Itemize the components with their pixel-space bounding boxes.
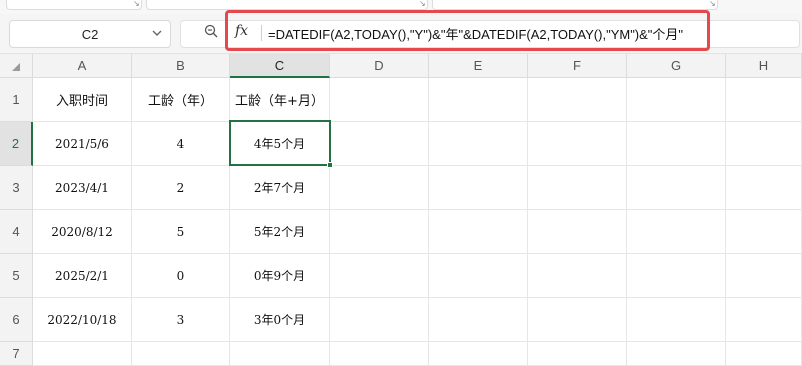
empty-cell[interactable] xyxy=(330,342,429,366)
cell-b1[interactable]: 工龄（年） xyxy=(132,78,230,122)
expand-corner-icon: ↘ xyxy=(419,0,426,8)
cell-a6[interactable]: 2022/10/18 xyxy=(33,298,132,342)
empty-cell[interactable] xyxy=(528,298,627,342)
cell-c2[interactable]: 4年5个月 xyxy=(230,122,330,166)
cell-b6[interactable]: 3 xyxy=(132,298,230,342)
empty-cell[interactable] xyxy=(528,210,627,254)
empty-cell[interactable] xyxy=(726,78,802,122)
column-header-g[interactable]: G xyxy=(627,54,726,78)
empty-cell[interactable] xyxy=(726,210,802,254)
name-box[interactable]: C2 xyxy=(9,20,171,48)
row-header-5[interactable]: 5 xyxy=(0,254,33,298)
cell-a1[interactable]: 入职时间 xyxy=(33,78,132,122)
row-header-3[interactable]: 3 xyxy=(0,166,33,210)
empty-cell[interactable] xyxy=(528,166,627,210)
empty-cell[interactable] xyxy=(429,298,528,342)
name-box-value: C2 xyxy=(81,26,99,42)
zoom-icon[interactable] xyxy=(204,24,218,38)
toolbar-segment xyxy=(6,0,142,10)
empty-cell[interactable] xyxy=(429,78,528,122)
row-header-2[interactable]: 2 xyxy=(0,122,33,166)
column-header-h[interactable]: H xyxy=(726,54,802,78)
empty-cell[interactable] xyxy=(330,254,429,298)
empty-cell[interactable] xyxy=(230,342,330,366)
column-header-c[interactable]: C xyxy=(230,54,330,78)
empty-cell[interactable] xyxy=(429,254,528,298)
empty-cell[interactable] xyxy=(528,78,627,122)
divider xyxy=(261,25,262,41)
empty-cell[interactable] xyxy=(528,122,627,166)
formula-text[interactable]: =DATEDIF(A2,TODAY(),"Y")&"年"&DATEDIF(A2,… xyxy=(268,24,683,43)
empty-cell[interactable] xyxy=(429,342,528,366)
row-header-7[interactable]: 7 xyxy=(0,342,33,366)
column-header-a[interactable]: A xyxy=(33,54,132,78)
cell-c5[interactable]: 0年9个月 xyxy=(230,254,330,298)
empty-cell[interactable] xyxy=(429,122,528,166)
row-header-6[interactable]: 6 xyxy=(0,298,33,342)
fx-icon[interactable]: fx xyxy=(235,23,248,39)
empty-cell[interactable] xyxy=(627,210,726,254)
empty-cell[interactable] xyxy=(528,342,627,366)
cell-b2[interactable]: 4 xyxy=(132,122,230,166)
empty-cell[interactable] xyxy=(33,342,132,366)
empty-cell[interactable] xyxy=(726,122,802,166)
cell-b5[interactable]: 0 xyxy=(132,254,230,298)
cell-a3[interactable]: 2023/4/1 xyxy=(33,166,132,210)
empty-cell[interactable] xyxy=(429,210,528,254)
empty-cell[interactable] xyxy=(330,78,429,122)
cell-a2[interactable]: 2021/5/6 xyxy=(33,122,132,166)
select-all-triangle-icon xyxy=(12,63,20,71)
empty-cell[interactable] xyxy=(627,166,726,210)
cell-c4[interactable]: 5年2个月 xyxy=(230,210,330,254)
empty-cell[interactable] xyxy=(132,342,230,366)
empty-cell[interactable] xyxy=(330,122,429,166)
expand-corner-icon: ↘ xyxy=(709,0,716,8)
empty-cell[interactable] xyxy=(726,254,802,298)
empty-cell[interactable] xyxy=(330,166,429,210)
empty-cell[interactable] xyxy=(528,254,627,298)
row-header-1[interactable]: 1 xyxy=(0,78,33,122)
chevron-down-icon[interactable] xyxy=(152,28,162,38)
cell-a5[interactable]: 2025/2/1 xyxy=(33,254,132,298)
cell-a4[interactable]: 2020/8/12 xyxy=(33,210,132,254)
cell-c1[interactable]: 工龄（年+月） xyxy=(230,78,330,122)
expand-corner-icon: ↘ xyxy=(133,0,140,8)
empty-cell[interactable] xyxy=(627,298,726,342)
column-header-d[interactable]: D xyxy=(330,54,429,78)
empty-cell[interactable] xyxy=(429,166,528,210)
empty-cell[interactable] xyxy=(726,342,802,366)
toolbar-segment xyxy=(146,0,428,10)
empty-cell[interactable] xyxy=(726,298,802,342)
empty-cell[interactable] xyxy=(330,298,429,342)
empty-cell[interactable] xyxy=(330,210,429,254)
cell-b3[interactable]: 2 xyxy=(132,166,230,210)
empty-cell[interactable] xyxy=(627,254,726,298)
empty-cell[interactable] xyxy=(726,166,802,210)
empty-cell[interactable] xyxy=(627,122,726,166)
column-header-e[interactable]: E xyxy=(429,54,528,78)
toolbar-segment xyxy=(432,0,718,10)
column-header-b[interactable]: B xyxy=(132,54,230,78)
cell-b4[interactable]: 5 xyxy=(132,210,230,254)
fill-handle[interactable] xyxy=(327,162,333,168)
cell-c6[interactable]: 3年0个月 xyxy=(230,298,330,342)
row-header-4[interactable]: 4 xyxy=(0,210,33,254)
cell-c3[interactable]: 2年7个月 xyxy=(230,166,330,210)
empty-cell[interactable] xyxy=(627,342,726,366)
empty-cell[interactable] xyxy=(627,78,726,122)
column-header-f[interactable]: F xyxy=(528,54,627,78)
